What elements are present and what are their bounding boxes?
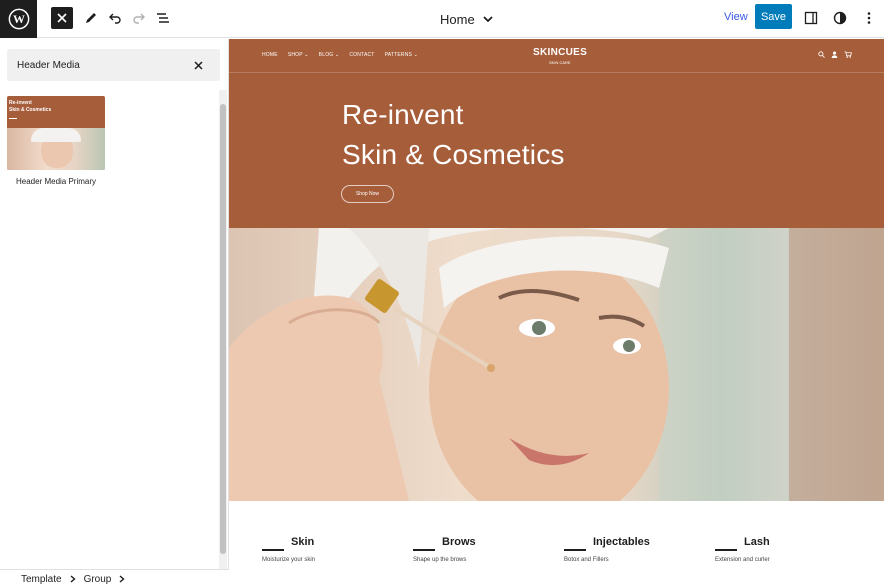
chevron-right-icon [119,575,125,583]
sidebar-toggle-icon [804,11,818,25]
options-button[interactable] [857,6,881,30]
service-title: Lash [744,536,770,548]
service-divider [564,549,586,551]
service-description: Extension and curler [715,557,770,563]
pattern-preview-title: Re-invent Skin & Cosmetics [9,100,51,119]
account-icon[interactable] [831,51,838,58]
pattern-preview-towel [31,128,81,142]
hero-image[interactable] [229,228,884,501]
more-vertical-icon [867,12,871,24]
pattern-search-box [7,49,220,81]
header-icons [818,51,852,58]
site-tagline: SKIN CARE [549,60,571,65]
close-icon [57,13,67,23]
service-title: Skin [291,536,315,548]
scrollbar-thumb[interactable] [220,104,226,554]
undo-button[interactable] [103,6,127,30]
wordpress-icon: W [8,8,29,30]
list-view-icon [157,13,169,23]
nav-item-patterns[interactable]: PATTERNS ⌄ [385,52,419,58]
save-button[interactable]: Save [755,4,792,29]
shop-now-button[interactable]: Shop Now [341,185,394,203]
services-section[interactable]: Skin Moisturize your skin Brows Shape up… [229,501,884,588]
site-title[interactable]: SKINCUES [533,47,587,58]
site-header[interactable]: HOME SHOP ⌄ BLOG ⌄ CONTACT PATTERNS ⌄ SK… [229,39,884,73]
service-divider [262,549,284,551]
editor-toolbar: W Home View Save [0,0,884,38]
block-breadcrumb: Template Group [0,569,229,588]
service-description: Moisturize your skin [262,557,316,563]
close-inserter-button[interactable] [51,7,73,29]
pattern-preview-header-media-primary[interactable]: Re-invent Skin & Cosmetics [7,96,105,170]
service-description: Botox and Fillers [564,557,609,563]
service-divider [715,549,737,551]
tools-button[interactable] [79,6,103,30]
hero-heading-line2[interactable]: Skin & Cosmetics [342,139,565,171]
chevron-right-icon [70,575,76,583]
document-title: Home [440,11,475,27]
nav-item-shop[interactable]: SHOP ⌄ [288,52,309,58]
pencil-icon [86,13,96,23]
editor-canvas[interactable]: HOME SHOP ⌄ BLOG ⌄ CONTACT PATTERNS ⌄ SK… [229,39,884,588]
service-title: Brows [442,536,476,548]
hero-section[interactable]: Re-invent Skin & Cosmetics Shop Now [229,73,884,228]
hero-heading-line1[interactable]: Re-invent [342,99,464,131]
block-inserter-panel: Re-invent Skin & Cosmetics Header Media … [0,39,229,588]
nav-item-contact[interactable]: CONTACT [349,52,374,58]
service-title: Injectables [593,536,650,548]
pattern-search-input[interactable] [7,49,187,81]
chevron-down-icon [483,16,493,23]
styles-button[interactable] [828,6,852,30]
service-description: Shape up the brows [413,557,467,563]
breadcrumb-group[interactable]: Group [84,574,112,585]
clear-search-button[interactable] [190,57,206,73]
breadcrumb-template[interactable]: Template [21,574,62,585]
undo-icon [109,13,121,24]
wordpress-logo-button[interactable]: W [0,0,37,38]
redo-icon [133,13,145,24]
woman-applying-serum-image [229,228,884,501]
svg-text:W: W [13,12,25,26]
site-navigation: HOME SHOP ⌄ BLOG ⌄ CONTACT PATTERNS ⌄ [262,52,418,58]
cart-icon[interactable] [844,51,852,58]
pattern-label: Header Media Primary [16,177,97,186]
sidebar-scrollbar[interactable] [219,90,227,570]
document-title-dropdown[interactable]: Home [440,0,493,38]
nav-item-home[interactable]: HOME [262,52,278,58]
search-icon[interactable] [818,51,825,58]
close-icon [193,60,203,70]
redo-button[interactable] [127,6,151,30]
half-circle-icon [833,11,847,25]
service-divider [413,549,435,551]
document-overview-button[interactable] [151,6,175,30]
view-link[interactable]: View [724,11,748,23]
nav-item-blog[interactable]: BLOG ⌄ [319,52,340,58]
settings-panel-button[interactable] [799,6,823,30]
